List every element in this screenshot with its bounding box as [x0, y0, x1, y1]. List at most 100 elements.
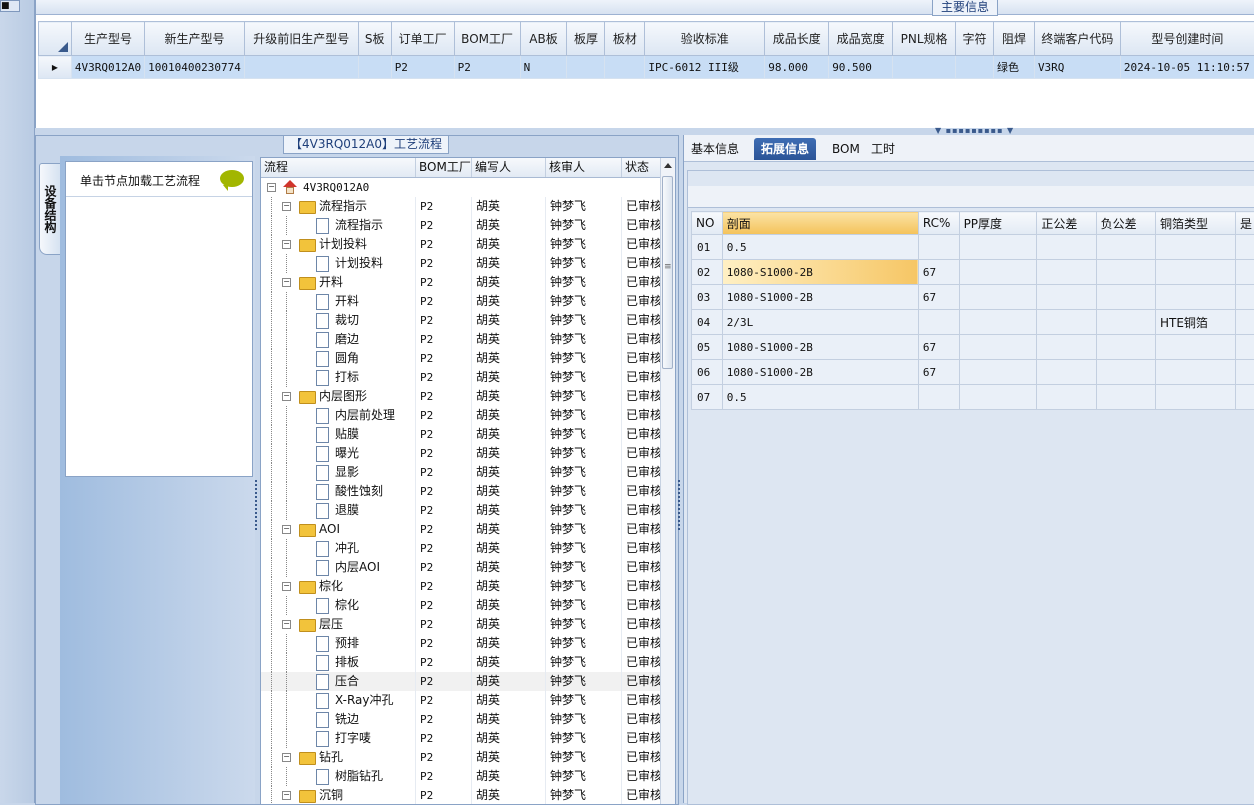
collapse-icon[interactable]: −: [282, 791, 291, 800]
tab-equipment-structure[interactable]: 设备结构: [39, 163, 61, 255]
stackup-cell-pp[interactable]: [959, 260, 1037, 285]
stackup-cell-pp[interactable]: [959, 385, 1037, 410]
process-row[interactable]: 曝光P2胡英钟梦飞已审核: [261, 444, 661, 463]
process-row[interactable]: 酸性蚀刻P2胡英钟梦飞已审核: [261, 482, 661, 501]
main-col-header[interactable]: 板厚: [567, 22, 605, 56]
stackup-row[interactable]: 070.5: [692, 385, 1254, 410]
stackup-cell-cu[interactable]: [1156, 360, 1236, 385]
stackup-cell-cu[interactable]: [1156, 285, 1236, 310]
process-row[interactable]: X-Ray冲孔P2胡英钟梦飞已审核: [261, 691, 661, 710]
col-header-writer[interactable]: 编写人: [472, 158, 546, 177]
process-scrollbar[interactable]: [660, 158, 675, 804]
stackup-col-header[interactable]: 正公差: [1037, 212, 1096, 235]
stackup-cell-cu[interactable]: [1156, 335, 1236, 360]
process-row[interactable]: −流程指示P2胡英钟梦飞已审核: [261, 197, 661, 216]
stackup-cell-neg[interactable]: [1096, 360, 1155, 385]
main-grid-cell[interactable]: 10010400230774: [145, 56, 245, 79]
stackup-cell-pos[interactable]: [1037, 385, 1096, 410]
main-grid-cell[interactable]: 98.000: [765, 56, 829, 79]
main-col-header[interactable]: 终端客户代码: [1034, 22, 1120, 56]
stackup-cell-no[interactable]: 05: [692, 335, 723, 360]
stackup-cell-pos[interactable]: [1037, 235, 1096, 260]
main-grid-cell[interactable]: [956, 56, 994, 79]
scroll-up-icon[interactable]: [664, 163, 672, 168]
stackup-cell-section[interactable]: 1080-S1000-2B: [722, 335, 918, 360]
collapse-icon[interactable]: −: [282, 202, 291, 211]
stackup-cell-rc[interactable]: [918, 235, 959, 260]
stackup-col-header[interactable]: 剖面: [722, 212, 918, 235]
stackup-cell-section[interactable]: 0.5: [722, 235, 918, 260]
main-grid-cell[interactable]: [567, 56, 605, 79]
main-col-header[interactable]: 字符: [956, 22, 994, 56]
col-header-reviewer[interactable]: 核审人: [546, 158, 622, 177]
stackup-cell-extra[interactable]: [1236, 285, 1254, 310]
stackup-cell-rc[interactable]: [918, 385, 959, 410]
collapse-icon[interactable]: −: [282, 525, 291, 534]
process-row[interactable]: 开料P2胡英钟梦飞已审核: [261, 292, 661, 311]
stackup-col-header[interactable]: 铜箔类型: [1156, 212, 1236, 235]
main-grid-row[interactable]: ▸ 4V3RQ012A010010400230774P2P2NIPC-6012 …: [39, 56, 1254, 79]
stackup-cell-extra[interactable]: [1236, 335, 1254, 360]
main-col-header[interactable]: 板材: [605, 22, 645, 56]
stackup-cell-pos[interactable]: [1037, 310, 1096, 335]
stackup-col-header[interactable]: 负公差: [1096, 212, 1155, 235]
process-row[interactable]: 圆角P2胡英钟梦飞已审核: [261, 349, 661, 368]
main-col-header[interactable]: 成品长度: [765, 22, 829, 56]
process-row[interactable]: 流程指示P2胡英钟梦飞已审核: [261, 216, 661, 235]
main-grid-cell[interactable]: P2: [454, 56, 520, 79]
stackup-cell-section[interactable]: 1080-S1000-2B: [722, 360, 918, 385]
tab-basic-info[interactable]: 基本信息: [684, 138, 746, 160]
stackup-cell-extra[interactable]: [1236, 260, 1254, 285]
col-header-status[interactable]: 状态: [622, 158, 661, 177]
process-row[interactable]: −AOIP2胡英钟梦飞已审核: [261, 520, 661, 539]
stackup-cell-rc[interactable]: 67: [918, 335, 959, 360]
main-col-header[interactable]: 阻焊: [994, 22, 1035, 56]
main-col-header[interactable]: S板: [358, 22, 391, 56]
stackup-cell-neg[interactable]: [1096, 285, 1155, 310]
stackup-cell-pos[interactable]: [1037, 335, 1096, 360]
stackup-cell-pp[interactable]: [959, 235, 1037, 260]
col-header-bom[interactable]: BOM工厂: [416, 158, 472, 177]
main-grid-cell[interactable]: 2024-10-05 11:10:57: [1120, 56, 1254, 79]
main-col-header[interactable]: 新生产型号: [145, 22, 245, 56]
stackup-cell-pos[interactable]: [1037, 260, 1096, 285]
tree-root-row[interactable]: −4V3RQ012A0: [261, 178, 661, 197]
stackup-col-header[interactable]: PP厚度: [959, 212, 1037, 235]
collapse-icon[interactable]: −: [282, 620, 291, 629]
collapse-icon[interactable]: −: [267, 183, 276, 192]
stackup-cell-neg[interactable]: [1096, 260, 1155, 285]
stackup-row[interactable]: 061080-S1000-2B67: [692, 360, 1254, 385]
main-grid-cell[interactable]: [244, 56, 358, 79]
stackup-col-header[interactable]: 是: [1236, 212, 1254, 235]
process-row[interactable]: 贴膜P2胡英钟梦飞已审核: [261, 425, 661, 444]
stackup-row[interactable]: 021080-S1000-2B67: [692, 260, 1254, 285]
stackup-cell-cu[interactable]: HTE铜箔: [1156, 310, 1236, 335]
process-row[interactable]: 打字唛P2胡英钟梦飞已审核: [261, 729, 661, 748]
tab-bom[interactable]: BOM: [825, 138, 867, 160]
main-grid-cell[interactable]: 绿色: [994, 56, 1035, 79]
stackup-cell-pp[interactable]: [959, 360, 1037, 385]
stackup-cell-neg[interactable]: [1096, 310, 1155, 335]
collapse-icon[interactable]: −: [282, 240, 291, 249]
stackup-cell-pp[interactable]: [959, 285, 1037, 310]
stackup-cell-cu[interactable]: [1156, 385, 1236, 410]
process-row[interactable]: 棕化P2胡英钟梦飞已审核: [261, 596, 661, 615]
process-row[interactable]: −层压P2胡英钟梦飞已审核: [261, 615, 661, 634]
tab-extended-info[interactable]: 拓展信息: [754, 138, 816, 160]
stackup-cell-rc[interactable]: [918, 310, 959, 335]
collapse-icon[interactable]: −: [282, 392, 291, 401]
process-row[interactable]: −内层图形P2胡英钟梦飞已审核: [261, 387, 661, 406]
main-col-header[interactable]: 成品宽度: [829, 22, 893, 56]
col-header-flow[interactable]: 流程: [261, 158, 416, 177]
stackup-cell-pp[interactable]: [959, 335, 1037, 360]
main-grid-cell[interactable]: V3RQ: [1034, 56, 1120, 79]
horizontal-splitter[interactable]: ▼ ▪▪▪▪▪▪▪▪▪ ▼: [35, 128, 1254, 135]
stackup-cell-rc[interactable]: 67: [918, 260, 959, 285]
process-row[interactable]: 内层AOIP2胡英钟梦飞已审核: [261, 558, 661, 577]
process-row[interactable]: 显影P2胡英钟梦飞已审核: [261, 463, 661, 482]
process-row[interactable]: 打标P2胡英钟梦飞已审核: [261, 368, 661, 387]
stackup-cell-neg[interactable]: [1096, 335, 1155, 360]
stackup-cell-neg[interactable]: [1096, 385, 1155, 410]
stackup-cell-rc[interactable]: 67: [918, 285, 959, 310]
stackup-cell-rc[interactable]: 67: [918, 360, 959, 385]
